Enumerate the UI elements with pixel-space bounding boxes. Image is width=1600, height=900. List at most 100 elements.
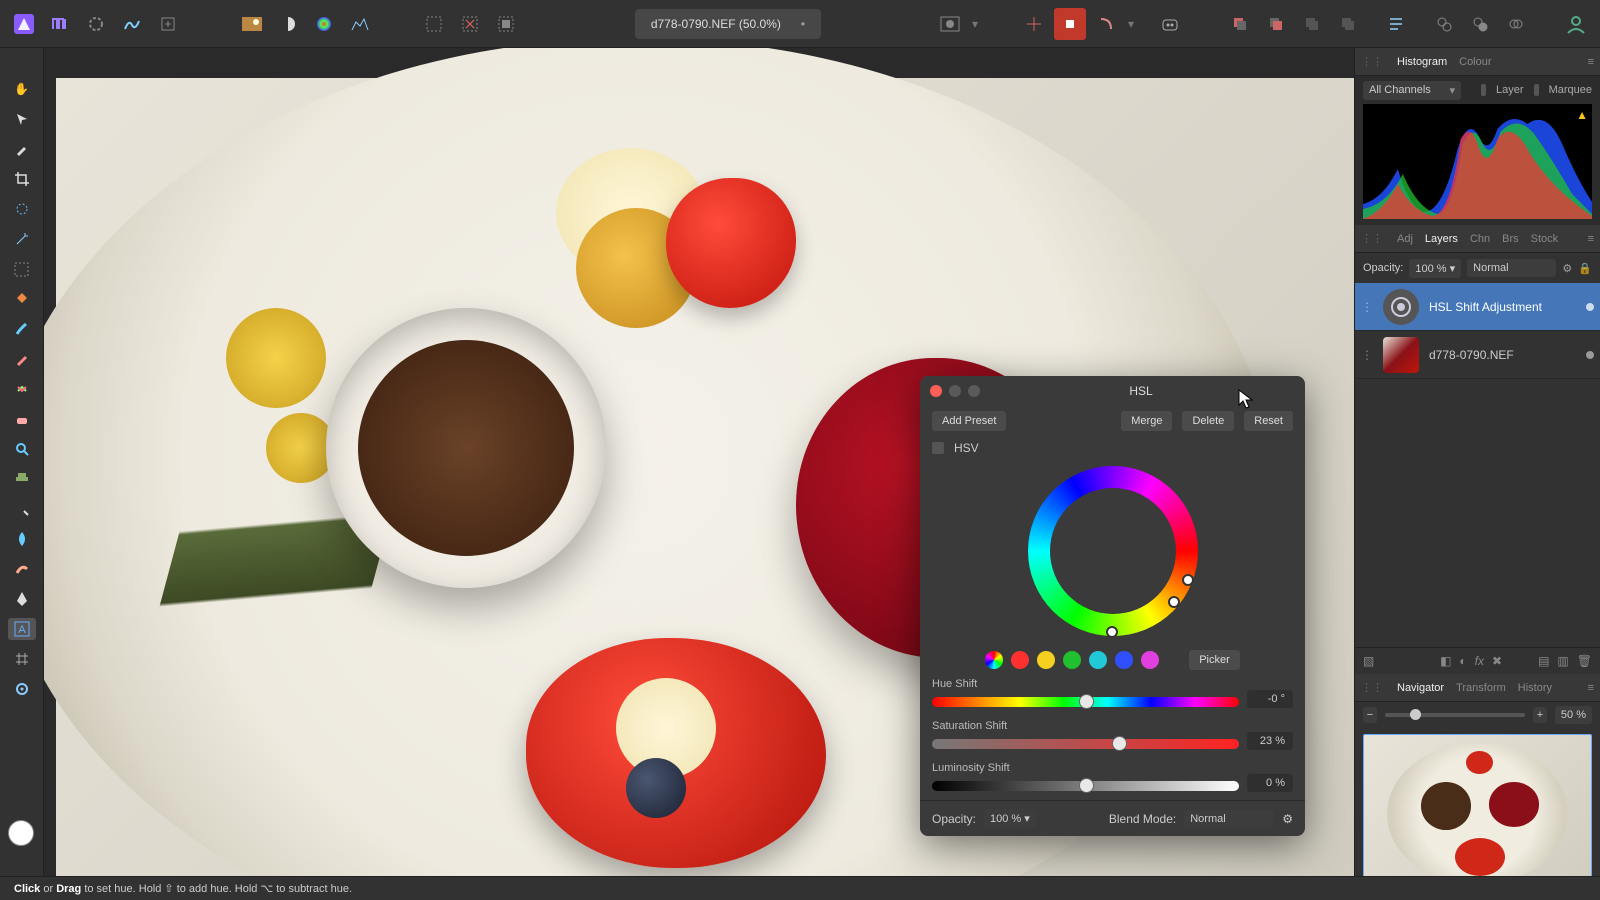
- arrange-front-icon[interactable]: [1332, 8, 1364, 40]
- paint-brush-tool-icon[interactable]: [8, 318, 36, 340]
- delete-button[interactable]: Delete: [1182, 411, 1234, 431]
- dialog-titlebar[interactable]: HSL: [920, 376, 1305, 406]
- navigator-preview[interactable]: [1363, 734, 1592, 894]
- hsl-blend-dropdown[interactable]: Normal: [1184, 810, 1274, 828]
- group-intersect-icon[interactable]: [1500, 8, 1532, 40]
- saturation-shift-value[interactable]: 23 %: [1247, 732, 1293, 750]
- luminosity-shift-slider[interactable]: [932, 781, 1239, 791]
- tab-histogram[interactable]: Histogram: [1397, 56, 1447, 68]
- arrange-forward-icon[interactable]: [1296, 8, 1328, 40]
- group-subtract-icon[interactable]: [1464, 8, 1496, 40]
- fx-icon[interactable]: fx: [1475, 654, 1484, 668]
- color-wheel-icon[interactable]: [308, 8, 340, 40]
- erase-tool-icon[interactable]: [8, 408, 36, 430]
- persona-photo-icon[interactable]: [44, 8, 76, 40]
- hsv-checkbox[interactable]: [932, 442, 944, 454]
- move-tool-icon[interactable]: [8, 108, 36, 130]
- marquee-tool-icon[interactable]: [8, 258, 36, 280]
- document-tab[interactable]: d778-0790.NEF (50.0%) •: [635, 9, 821, 39]
- tab-colour[interactable]: Colour: [1459, 56, 1491, 68]
- persona-liquify-icon[interactable]: [80, 8, 112, 40]
- checkbox-marquee[interactable]: [1534, 84, 1539, 96]
- snap-toggle-icon[interactable]: [1054, 8, 1086, 40]
- flood-tool-icon[interactable]: [8, 288, 36, 310]
- panel-menu-icon[interactable]: ≡: [1588, 56, 1594, 68]
- account-icon[interactable]: [1560, 8, 1592, 40]
- arrange-backward-icon[interactable]: [1260, 8, 1292, 40]
- layer-expand-icon[interactable]: ⋮: [1361, 348, 1373, 362]
- align-icon[interactable]: [1380, 8, 1412, 40]
- merge-button[interactable]: Merge: [1121, 411, 1172, 431]
- snap-icon[interactable]: [1018, 8, 1050, 40]
- gear-icon[interactable]: ⚙: [1282, 812, 1293, 826]
- yellow-swatch[interactable]: [1037, 651, 1055, 669]
- zoom-in-button[interactable]: +: [1533, 707, 1547, 723]
- selection-invert-icon[interactable]: [490, 8, 522, 40]
- persona-export-icon[interactable]: [152, 8, 184, 40]
- cyan-swatch[interactable]: [1089, 651, 1107, 669]
- selection-all-icon[interactable]: [418, 8, 450, 40]
- color-picker-tool-icon[interactable]: [8, 138, 36, 160]
- quick-mask-icon[interactable]: [934, 8, 966, 40]
- delete-layer-icon[interactable]: 🗑: [1577, 654, 1592, 668]
- healing-brush-tool-icon[interactable]: [8, 378, 36, 400]
- tab-brs[interactable]: Brs: [1502, 233, 1519, 245]
- swatch-icon[interactable]: [236, 8, 268, 40]
- opacity-field[interactable]: 100 % ▾: [1409, 259, 1461, 278]
- dodge-tool-icon[interactable]: [8, 498, 36, 520]
- tab-transform[interactable]: Transform: [1456, 682, 1506, 694]
- magenta-swatch[interactable]: [1141, 651, 1159, 669]
- visibility-toggle[interactable]: [1586, 303, 1594, 311]
- close-icon[interactable]: [930, 385, 942, 397]
- view-tool-icon[interactable]: [8, 678, 36, 700]
- hand-tool-icon[interactable]: ✋: [8, 78, 36, 100]
- text-tool-icon[interactable]: A: [8, 618, 36, 640]
- tab-navigator[interactable]: Navigator: [1397, 682, 1444, 694]
- zoom-tool-icon[interactable]: [8, 438, 36, 460]
- blue-swatch[interactable]: [1115, 651, 1133, 669]
- group-layer-icon[interactable]: ▥: [1557, 654, 1568, 668]
- add-preset-button[interactable]: Add Preset: [932, 411, 1006, 431]
- persona-develop-icon[interactable]: [116, 8, 148, 40]
- layer-blend-ranges-icon[interactable]: ▧: [1363, 654, 1374, 668]
- add-layer-icon[interactable]: ▤: [1538, 654, 1549, 668]
- foreground-color-swatch[interactable]: [8, 820, 34, 846]
- channels-dropdown[interactable]: All Channels ▾: [1363, 81, 1461, 100]
- gear-icon[interactable]: ⚙: [1562, 262, 1572, 275]
- crop-tool-icon[interactable]: [8, 168, 36, 190]
- tab-history[interactable]: History: [1518, 682, 1552, 694]
- group-add-icon[interactable]: [1428, 8, 1460, 40]
- tab-chn[interactable]: Chn: [1470, 233, 1490, 245]
- tab-layers[interactable]: Layers: [1425, 233, 1458, 245]
- hue-shift-slider[interactable]: [932, 697, 1239, 707]
- minimize-icon[interactable]: [949, 385, 961, 397]
- selection-deselect-icon[interactable]: [454, 8, 486, 40]
- hsl-dialog[interactable]: HSL Add Preset Merge Delete Reset HSV Pi…: [920, 376, 1305, 836]
- crop-mask-icon[interactable]: ✖: [1492, 654, 1502, 668]
- zoom-value[interactable]: 50 %: [1555, 706, 1592, 724]
- smudge-tool-icon[interactable]: [8, 558, 36, 580]
- blend-mode-dropdown[interactable]: Normal: [1467, 259, 1556, 277]
- arrange-back-icon[interactable]: [1224, 8, 1256, 40]
- clone-tool-icon[interactable]: [8, 468, 36, 490]
- panel-menu-icon[interactable]: ≡: [1588, 233, 1594, 245]
- lock-icon[interactable]: 🔒: [1578, 262, 1592, 275]
- pencil-tool-icon[interactable]: [8, 348, 36, 370]
- checkbox-layer[interactable]: [1481, 84, 1486, 96]
- layer-expand-icon[interactable]: ⋮: [1361, 300, 1373, 314]
- tab-stock[interactable]: Stock: [1531, 233, 1559, 245]
- auto-levels-icon[interactable]: [344, 8, 376, 40]
- adjustment-add-icon[interactable]: ◐: [1459, 654, 1466, 668]
- master-swatch[interactable]: [985, 651, 1003, 669]
- saturation-shift-slider[interactable]: [932, 739, 1239, 749]
- layer-hsl-adjustment[interactable]: ⋮ HSL Shift Adjustment: [1355, 283, 1600, 331]
- green-swatch[interactable]: [1063, 651, 1081, 669]
- pen-tool-icon[interactable]: [8, 588, 36, 610]
- hsl-opacity-field[interactable]: 100 % ▾: [984, 809, 1036, 828]
- app-icon[interactable]: [8, 8, 40, 40]
- panel-menu-icon[interactable]: ≡: [1588, 682, 1594, 694]
- mesh-tool-icon[interactable]: [8, 648, 36, 670]
- hue-wheel[interactable]: [1028, 466, 1198, 636]
- assistant-icon[interactable]: [1154, 8, 1186, 40]
- force-pixel-icon[interactable]: [1090, 8, 1122, 40]
